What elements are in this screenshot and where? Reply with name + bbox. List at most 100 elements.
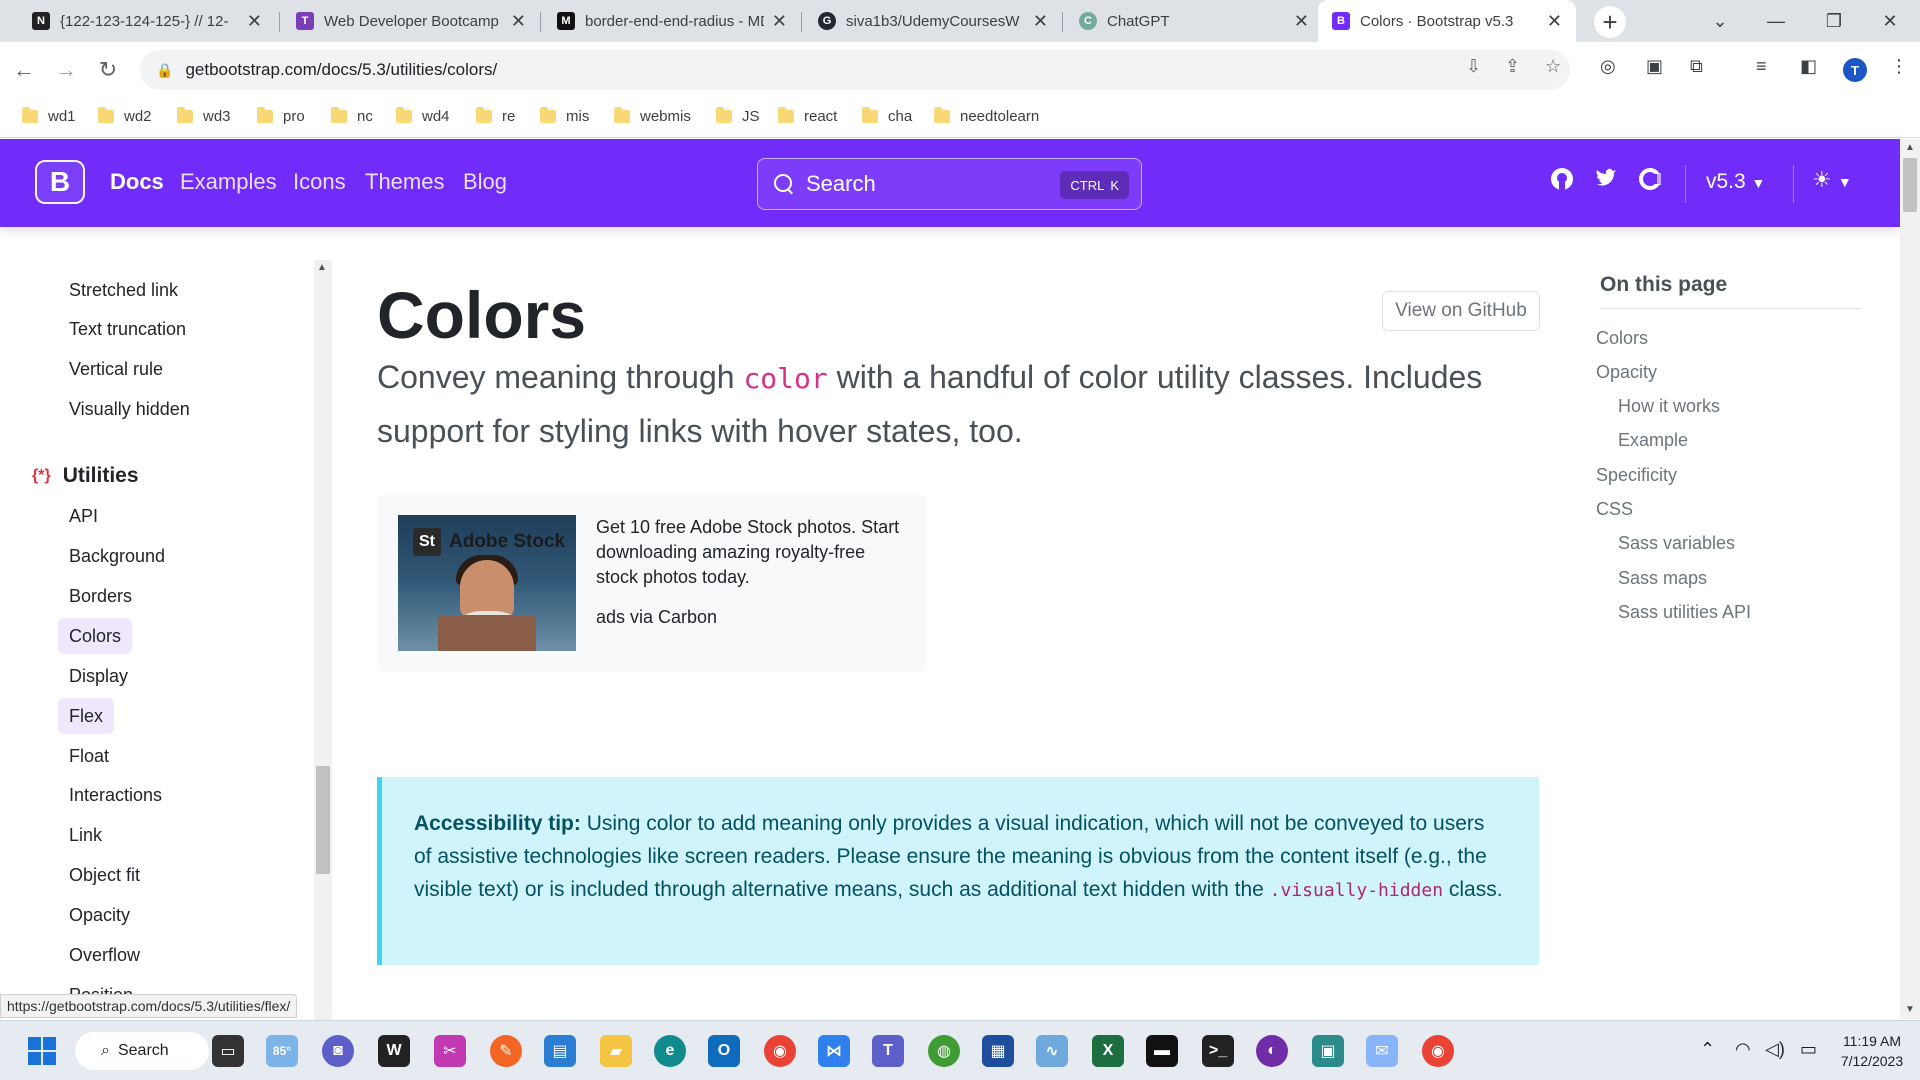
sidebar-item-text-truncation[interactable]: Text truncation bbox=[58, 311, 197, 347]
close-tab-icon[interactable]: ✕ bbox=[511, 11, 526, 32]
twitter-icon[interactable] bbox=[1594, 167, 1618, 196]
scroll-up-arrow-icon[interactable]: ▲ bbox=[317, 262, 327, 273]
chrome-icon[interactable]: ◉ bbox=[764, 1035, 796, 1067]
theme-toggle-sun-icon[interactable]: ☀ ▼ bbox=[1812, 167, 1852, 193]
system-clock[interactable]: 11:19 AM 7/12/2023 bbox=[1832, 1031, 1912, 1071]
excel-icon[interactable]: X bbox=[1092, 1035, 1124, 1067]
puzzle-icon[interactable]: ⧉ bbox=[1690, 56, 1703, 77]
globe-app-icon[interactable]: ◍ bbox=[928, 1035, 960, 1067]
bookmark-folder[interactable]: react bbox=[778, 107, 837, 125]
windows-start-icon[interactable] bbox=[28, 1037, 56, 1065]
close-tab-icon[interactable]: ✕ bbox=[772, 11, 787, 32]
view-on-github-button[interactable]: View on GitHub bbox=[1382, 291, 1540, 331]
page-scrollbar[interactable] bbox=[1900, 139, 1920, 1019]
browser-tab[interactable]: G siva1b3/UdemyCoursesW ✕ bbox=[804, 0, 1062, 42]
sidebar-item-colors[interactable]: Colors bbox=[58, 618, 133, 654]
sidebar-item-overflow[interactable]: Overflow bbox=[58, 937, 151, 973]
bookmark-folder[interactable]: wd2 bbox=[98, 107, 152, 125]
browser-tab-active[interactable]: B Colors · Bootstrap v5.3 ✕ bbox=[1318, 0, 1576, 42]
vscode-icon[interactable]: ⋈ bbox=[818, 1035, 850, 1067]
sidebar-item-flex[interactable]: Flex bbox=[58, 698, 115, 734]
sidebar-item-object-fit[interactable]: Object fit bbox=[58, 857, 151, 893]
outlook-icon[interactable]: O bbox=[708, 1035, 740, 1067]
command-prompt-icon[interactable]: >_ bbox=[1202, 1035, 1234, 1067]
weather-icon[interactable]: 85° bbox=[266, 1035, 298, 1067]
sidebar-item-opacity[interactable]: Opacity bbox=[58, 897, 141, 933]
menu-icon[interactable]: ⋮ bbox=[1890, 56, 1908, 77]
restore-button[interactable]: ❐ bbox=[1804, 0, 1864, 42]
sidebar-item-background[interactable]: Background bbox=[58, 538, 176, 574]
bookmark-folder[interactable]: wd3 bbox=[177, 107, 231, 125]
chat-app-icon[interactable]: ▣ bbox=[1312, 1035, 1344, 1067]
ad-via-link[interactable]: ads via Carbon bbox=[596, 607, 717, 628]
profile-avatar[interactable]: T bbox=[1843, 58, 1867, 82]
bookmark-folder[interactable]: needtolearn bbox=[934, 107, 1039, 125]
scroll-down-arrow-icon[interactable]: ▼ bbox=[1905, 1004, 1915, 1015]
battery-icon[interactable]: ▭ bbox=[1800, 1039, 1817, 1060]
postman-icon[interactable]: ✎ bbox=[490, 1035, 522, 1067]
sidebar-item-vertical-rule[interactable]: Vertical rule bbox=[58, 351, 174, 387]
performance-monitor-icon[interactable]: ∿ bbox=[1036, 1035, 1068, 1067]
docs-search-button[interactable]: Search CTRL K bbox=[757, 158, 1142, 210]
mail-icon[interactable]: ✉ bbox=[1366, 1035, 1398, 1067]
reload-icon[interactable]: ↻ bbox=[90, 52, 126, 88]
forward-icon[interactable]: → bbox=[48, 52, 84, 88]
opencollective-icon[interactable] bbox=[1638, 167, 1662, 198]
sidebar-item-float[interactable]: Float bbox=[58, 738, 120, 774]
ad-text[interactable]: Get 10 free Adobe Stock photos. Start do… bbox=[596, 515, 911, 590]
browser-tab[interactable]: M border-end-end-radius - MDN ✕ bbox=[543, 0, 801, 42]
browser-tab[interactable]: N {122-123-124-125-} // 12- ✕ bbox=[18, 0, 276, 42]
sidebar-item-api[interactable]: API bbox=[58, 498, 109, 534]
github-icon[interactable] bbox=[1550, 167, 1574, 198]
bookmark-folder[interactable]: nc bbox=[331, 107, 373, 125]
media-control-icon[interactable]: ≡ bbox=[1756, 56, 1767, 77]
taskbar-search[interactable]: ⌕ Search bbox=[75, 1032, 209, 1070]
volume-icon[interactable]: ◁) bbox=[1765, 1039, 1785, 1060]
camera-icon[interactable]: ◎ bbox=[1600, 56, 1616, 77]
close-tab-icon[interactable]: ✕ bbox=[1294, 11, 1309, 32]
task-view-icon[interactable]: ▭ bbox=[212, 1035, 244, 1067]
lock-icon[interactable]: 🔒 bbox=[156, 62, 173, 79]
bookmark-folder[interactable]: mis bbox=[540, 107, 589, 125]
teams-icon[interactable]: T bbox=[872, 1035, 904, 1067]
side-panel-icon[interactable]: ◧ bbox=[1800, 56, 1817, 77]
toc-link-opacity[interactable]: Opacity bbox=[1596, 362, 1657, 383]
file-explorer-icon[interactable]: ▰ bbox=[600, 1035, 632, 1067]
sidebar-scrollbar-thumb[interactable] bbox=[316, 766, 330, 874]
nav-link-themes[interactable]: Themes bbox=[365, 169, 444, 195]
ad-image[interactable]: St Adobe Stock bbox=[398, 515, 576, 651]
bookmark-folder[interactable]: JS bbox=[716, 107, 760, 125]
snipping-tool-icon[interactable]: ✂ bbox=[434, 1035, 466, 1067]
nav-link-examples[interactable]: Examples bbox=[180, 169, 277, 195]
toc-link-css[interactable]: CSS bbox=[1596, 499, 1633, 520]
sidebar-item-stretched-link[interactable]: Stretched link bbox=[58, 272, 189, 308]
sidebar-item-visually-hidden[interactable]: Visually hidden bbox=[58, 391, 201, 427]
nav-link-docs[interactable]: Docs bbox=[110, 169, 164, 195]
browser-tab[interactable]: T Web Developer Bootcamp ✕ bbox=[282, 0, 540, 42]
toc-link-example[interactable]: Example bbox=[1618, 430, 1688, 451]
scroll-up-arrow-icon[interactable]: ▲ bbox=[1905, 142, 1915, 153]
github-desktop-icon[interactable]: ◐ bbox=[1256, 1035, 1288, 1067]
bookmark-folder[interactable]: wd4 bbox=[396, 107, 450, 125]
tab-search-icon[interactable]: ⌄ bbox=[1690, 0, 1750, 42]
share-icon[interactable]: ⇪ bbox=[1505, 56, 1520, 77]
notepad-icon[interactable]: ▤ bbox=[544, 1035, 576, 1067]
toc-link-specificity[interactable]: Specificity bbox=[1596, 465, 1677, 486]
browser-tab[interactable]: C ChatGPT ✕ bbox=[1065, 0, 1323, 42]
extension-icon[interactable]: ▣ bbox=[1646, 56, 1663, 77]
sidebar-scrollbar[interactable] bbox=[314, 260, 332, 1020]
close-tab-icon[interactable]: ✕ bbox=[1547, 11, 1562, 32]
toc-link-sass-maps[interactable]: Sass maps bbox=[1618, 568, 1707, 589]
sidebar-item-link[interactable]: Link bbox=[58, 817, 113, 853]
terminal-icon[interactable]: ▬ bbox=[1146, 1035, 1178, 1067]
close-window-button[interactable]: ✕ bbox=[1860, 0, 1920, 42]
version-dropdown[interactable]: v5.3 ▼ bbox=[1706, 170, 1765, 194]
nav-link-icons[interactable]: Icons bbox=[293, 169, 346, 195]
toc-link-sass-utilities-api[interactable]: Sass utilities API bbox=[1618, 602, 1751, 623]
bookmark-folder[interactable]: wd1 bbox=[22, 107, 76, 125]
wifi-icon[interactable]: ◠ bbox=[1735, 1039, 1751, 1060]
webex-icon[interactable]: W bbox=[378, 1035, 410, 1067]
toc-link-sass-variables[interactable]: Sass variables bbox=[1618, 533, 1735, 554]
bookmark-folder[interactable]: webmis bbox=[614, 107, 691, 125]
close-tab-icon[interactable]: ✕ bbox=[1033, 11, 1048, 32]
